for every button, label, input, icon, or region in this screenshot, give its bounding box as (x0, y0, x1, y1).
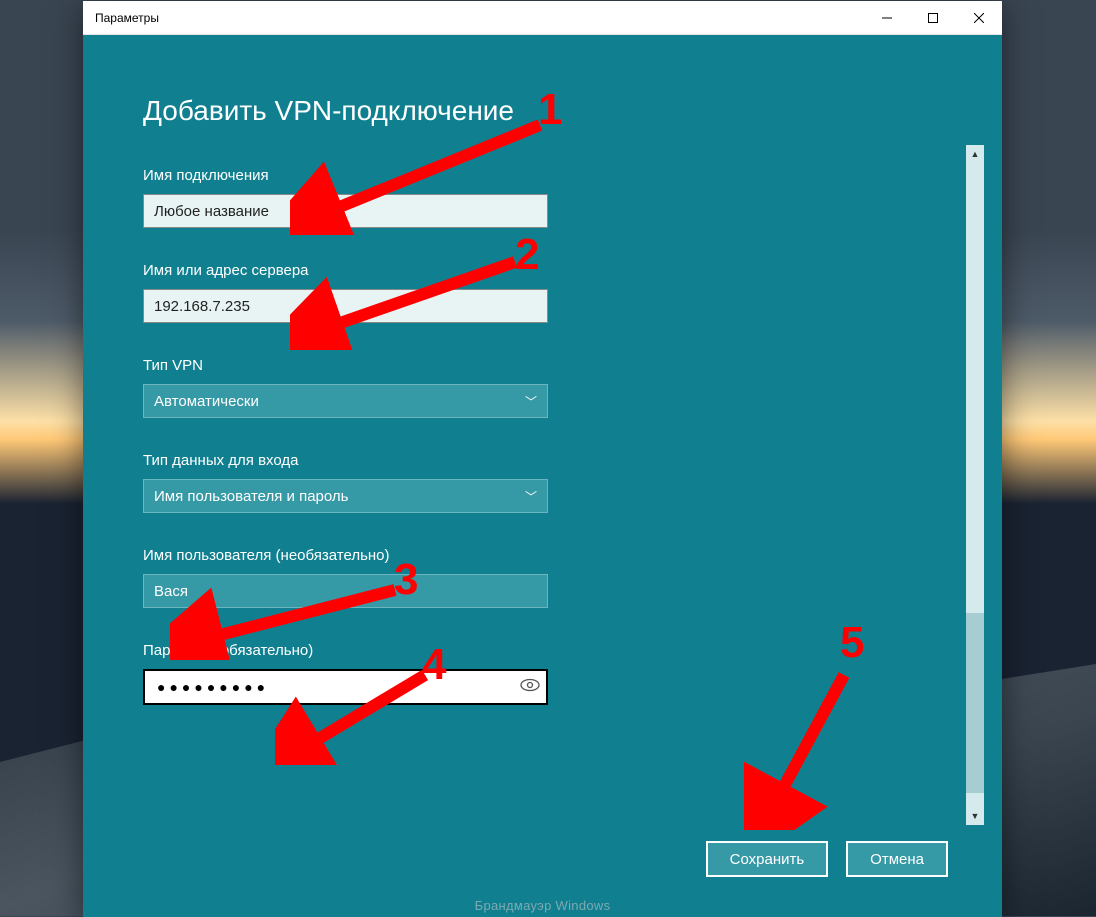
annotation-arrow-2 (290, 250, 550, 350)
minimize-icon (882, 13, 892, 23)
annotation-number-2: 2 (515, 230, 539, 280)
field-login-type: Тип данных для входа Имя пользователя и … (143, 452, 942, 513)
background-app-text: Брандмауэр Windows (475, 898, 611, 913)
annotation-number-1: 1 (538, 85, 562, 135)
annotation-number-4: 4 (422, 640, 446, 690)
maximize-icon (928, 13, 938, 23)
login-type-label: Тип данных для входа (143, 452, 942, 469)
close-button[interactable] (956, 1, 1002, 34)
annotation-arrow-1 (290, 115, 570, 235)
reveal-password-icon[interactable] (520, 678, 540, 696)
scroll-thumb[interactable] (966, 613, 984, 793)
scroll-up-icon[interactable]: ▲ (966, 145, 984, 163)
vpn-type-label: Тип VPN (143, 357, 942, 374)
scrollbar[interactable]: ▲ ▼ (966, 145, 984, 825)
vpn-type-value: Автоматически (154, 393, 259, 410)
login-type-value: Имя пользователя и пароль (154, 488, 348, 505)
username-label: Имя пользователя (необязательно) (143, 547, 942, 564)
chevron-down-icon: ﹀ (525, 488, 537, 505)
button-row: Сохранить Отмена (706, 841, 948, 877)
vpn-type-select[interactable]: Автоматически ﹀ (143, 384, 548, 418)
annotation-arrow-5 (744, 660, 884, 830)
titlebar: Параметры (83, 1, 1002, 35)
maximize-button[interactable] (910, 1, 956, 34)
login-type-select[interactable]: Имя пользователя и пароль ﹀ (143, 479, 548, 513)
annotation-number-3: 3 (394, 555, 418, 605)
save-button[interactable]: Сохранить (706, 841, 829, 877)
cancel-button[interactable]: Отмена (846, 841, 948, 877)
chevron-down-icon: ﹀ (525, 393, 537, 410)
field-vpn-type: Тип VPN Автоматически ﹀ (143, 357, 942, 418)
scroll-track[interactable] (966, 163, 984, 807)
window-title: Параметры (83, 11, 159, 25)
close-icon (974, 13, 984, 23)
annotation-arrow-3 (170, 580, 430, 660)
annotation-number-5: 5 (840, 618, 864, 668)
scroll-down-icon[interactable]: ▼ (966, 807, 984, 825)
minimize-button[interactable] (864, 1, 910, 34)
